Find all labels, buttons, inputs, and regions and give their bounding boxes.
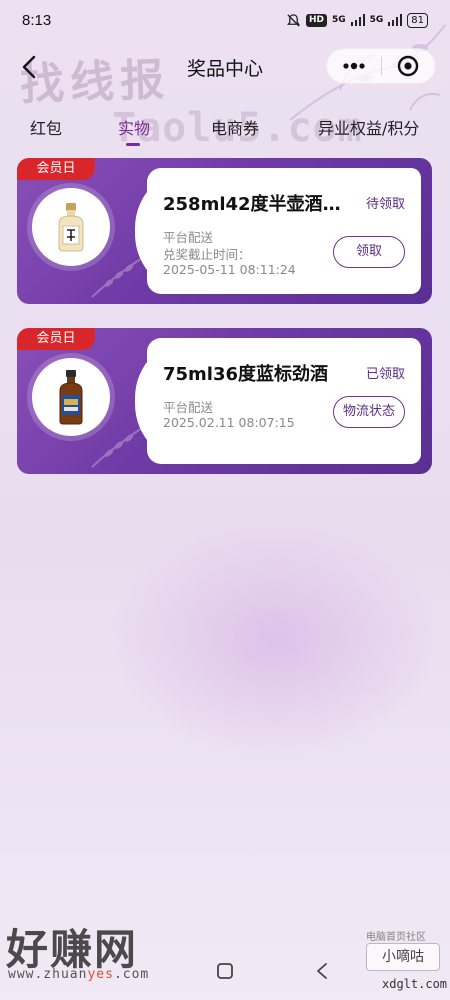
background-glow xyxy=(110,520,440,760)
delivery-method: 平台配送 xyxy=(163,400,214,415)
jinjiu-bottle-icon xyxy=(59,370,83,425)
product-image xyxy=(32,358,110,436)
target-close-icon xyxy=(398,55,419,77)
prize-card: 会员日 258ml42度半壶酒浓... 待领取 平台配送 兑奖截止时间： 202… xyxy=(17,158,432,304)
tab-physical[interactable]: 实物 xyxy=(118,115,150,139)
signal-icon xyxy=(350,14,365,26)
sim1-5g-label: 5G xyxy=(331,15,346,25)
prize-info-panel: 75ml36度蓝标劲酒 已领取 平台配送 2025.02.11 08:07:15… xyxy=(125,330,421,472)
square-icon xyxy=(217,963,233,979)
member-day-badge: 会员日 xyxy=(17,158,95,180)
watermark-right-caption: 电脑首页社区 xyxy=(366,932,426,943)
battery-icon: 81 xyxy=(407,12,428,28)
system-back-button[interactable] xyxy=(308,957,336,985)
hd-icon: HD xyxy=(305,13,327,27)
prize-info-panel: 258ml42度半壶酒浓... 待领取 平台配送 兑奖截止时间： 2025-05… xyxy=(125,160,421,302)
mute-bell-icon xyxy=(286,13,300,27)
deadline-label: 兑奖截止时间： xyxy=(163,247,251,262)
watermark-url-part: www.zhuan xyxy=(8,967,88,982)
claimed-time: 2025.02.11 08:07:15 xyxy=(163,415,295,430)
status-bar: 8:13 HD 5G 5G 81 xyxy=(0,0,450,40)
tab-crossover-benefits[interactable]: 异业权益/积分 xyxy=(318,115,419,139)
logistics-status-button[interactable]: 物流状态 xyxy=(332,396,405,428)
watermark-url-part: .com xyxy=(113,967,150,982)
watermark-bottom-url: www.zhuanyes.com xyxy=(8,967,149,982)
more-dots-icon xyxy=(343,62,365,70)
status-icons: HD 5G 5G 81 xyxy=(286,12,428,28)
triangle-back-icon xyxy=(317,963,327,979)
mini-program-capsule xyxy=(326,48,436,84)
navigation-bar: 奖品中心 xyxy=(0,44,450,90)
prize-name: 75ml36度蓝标劲酒 xyxy=(163,364,329,385)
more-button[interactable] xyxy=(327,49,381,83)
prize-name: 258ml42度半壶酒浓... xyxy=(163,194,353,215)
watermark-right-url: xdglt.com xyxy=(382,977,448,991)
wheat-decoration-icon xyxy=(91,427,143,468)
recent-apps-button[interactable] xyxy=(211,957,239,985)
watermark-url-highlight: yes xyxy=(87,967,114,982)
wheat-decoration-icon xyxy=(91,257,143,298)
category-tabs: 红包 实物 电商券 异业权益/积分 xyxy=(0,110,450,146)
product-image xyxy=(32,188,110,266)
watermark-bottom: 好赚网 xyxy=(6,925,139,974)
sim2-5g-label: 5G xyxy=(369,15,384,25)
prize-status: 待领取 xyxy=(365,197,405,212)
prize-status: 已领取 xyxy=(365,367,405,382)
member-day-badge: 会员日 xyxy=(17,328,95,350)
tab-red-packet[interactable]: 红包 xyxy=(30,115,62,139)
white-liquor-bottle-icon xyxy=(58,203,84,252)
close-miniprogram-button[interactable] xyxy=(382,49,436,83)
status-time: 8:13 xyxy=(22,11,52,29)
deadline-time: 2025-05-11 08:11:24 xyxy=(163,262,296,277)
claim-button[interactable]: 领取 xyxy=(333,236,405,268)
signal-icon-2 xyxy=(388,14,403,26)
prize-card: 会员日 75ml36度蓝标劲酒 已领取 平台配送 2025.02.11 08:0… xyxy=(17,328,432,474)
tab-active-indicator xyxy=(126,143,140,146)
watermark-right-box: 小嘀咕 xyxy=(366,943,440,971)
tab-ecommerce-coupon[interactable]: 电商券 xyxy=(211,115,259,139)
